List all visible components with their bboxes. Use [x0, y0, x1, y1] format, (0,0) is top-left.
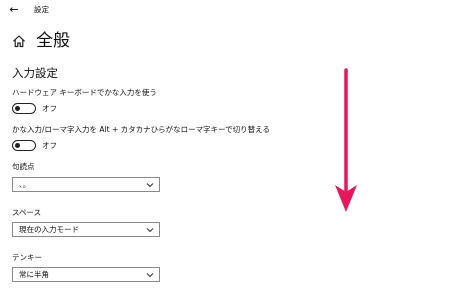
hardware-keyboard-kana-toggle[interactable] [12, 103, 36, 114]
kana-romaji-switch-toggle[interactable] [12, 140, 36, 151]
chevron-down-icon [146, 273, 154, 278]
scroll-down-arrow-icon [335, 68, 357, 212]
page-title: 全般 [36, 31, 70, 51]
toggle-knob [15, 105, 20, 111]
back-arrow-icon: ← [9, 3, 19, 16]
space-select-value: 現在の入力モード [19, 225, 79, 234]
tenkey-label: テンキー [12, 253, 42, 262]
space-label: スペース [12, 208, 42, 217]
tenkey-select[interactable]: 常に半角 [12, 267, 160, 282]
hardware-keyboard-kana-state: オフ [42, 104, 57, 113]
kana-romaji-switch-label: かな入力/ローマ字入力を Alt + カタカナひらがなローマ字キーで切り替える [12, 125, 270, 134]
hardware-keyboard-kana-label: ハードウェア キーボードでかな入力を使う [12, 88, 157, 97]
tenkey-select-value: 常に半角 [19, 270, 49, 279]
space-select[interactable]: 現在の入力モード [12, 222, 160, 237]
home-icon [13, 35, 25, 48]
chevron-down-icon [146, 228, 154, 233]
chevron-down-icon [146, 183, 154, 188]
toggle-knob [15, 142, 20, 148]
back-button[interactable]: ← [6, 3, 22, 17]
kana-romaji-switch-state: オフ [42, 141, 57, 150]
title-bar: ← 設定 [0, 0, 474, 22]
punctuation-label: 句読点 [12, 162, 35, 171]
window-title: 設定 [34, 5, 49, 14]
punctuation-select[interactable]: 、。 [12, 177, 160, 192]
section-title: 入力設定 [12, 66, 58, 80]
punctuation-select-value: 、。 [19, 180, 31, 189]
